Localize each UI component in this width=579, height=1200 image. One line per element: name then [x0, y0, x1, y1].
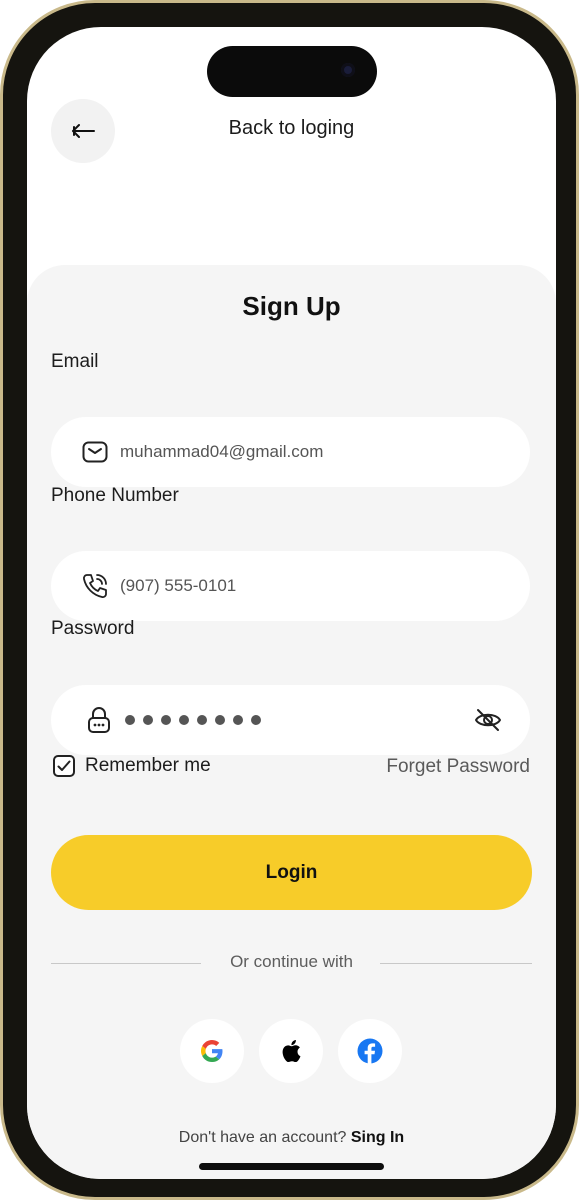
- password-dot: [125, 715, 135, 725]
- remember-label: Remember me: [85, 755, 211, 776]
- phone-frame: Back to loging Sign Up Email muhammad04@…: [0, 0, 579, 1200]
- phone-label: Phone Number: [51, 485, 179, 506]
- password-dot: [233, 715, 243, 725]
- dynamic-island: [207, 46, 377, 97]
- google-icon: [201, 1040, 223, 1062]
- email-value: muhammad04@gmail.com: [120, 442, 324, 461]
- signin-prompt-text: Don't have an account?: [178, 1129, 351, 1146]
- camera-icon: [341, 63, 355, 77]
- password-field[interactable]: [51, 685, 530, 755]
- signin-prompt: Don't have an account? Sing In: [27, 1129, 556, 1147]
- header-title: Back to loging: [228, 117, 355, 139]
- check-icon: [57, 760, 71, 771]
- email-label: Email: [51, 351, 99, 372]
- apple-icon: [282, 1039, 301, 1063]
- password-dot: [161, 715, 171, 725]
- remember-me[interactable]: Remember me: [53, 755, 211, 777]
- google-button[interactable]: [180, 1019, 244, 1083]
- forget-password-link[interactable]: Forget Password: [386, 756, 530, 778]
- phone-field[interactable]: (907) 555-0101: [51, 551, 530, 621]
- password-dot: [143, 715, 153, 725]
- screen: Back to loging Sign Up Email muhammad04@…: [27, 27, 556, 1179]
- password-dot: [215, 715, 225, 725]
- eye-off-icon[interactable]: [474, 706, 502, 739]
- password-dot: [251, 715, 261, 725]
- apple-button[interactable]: [259, 1019, 323, 1083]
- facebook-button[interactable]: [338, 1019, 402, 1083]
- lock-icon: [85, 706, 113, 734]
- password-dots: [125, 715, 261, 725]
- phone-call-icon: [81, 572, 109, 600]
- mail-icon: [81, 438, 109, 466]
- password-dot: [179, 715, 189, 725]
- remember-checkbox[interactable]: [53, 755, 75, 777]
- signin-link[interactable]: Sing In: [351, 1129, 404, 1146]
- login-button[interactable]: Login: [51, 835, 532, 910]
- password-label: Password: [51, 618, 135, 639]
- password-dot: [197, 715, 207, 725]
- signup-card: Sign Up Email muhammad04@gmail.com Phone…: [27, 265, 556, 1179]
- home-indicator: [199, 1163, 384, 1170]
- email-field[interactable]: muhammad04@gmail.com: [51, 417, 530, 487]
- facebook-icon: [357, 1038, 383, 1064]
- phone-value: (907) 555-0101: [120, 576, 237, 595]
- divider-text: Or continue with: [230, 952, 353, 971]
- page-title: Sign Up: [242, 291, 341, 321]
